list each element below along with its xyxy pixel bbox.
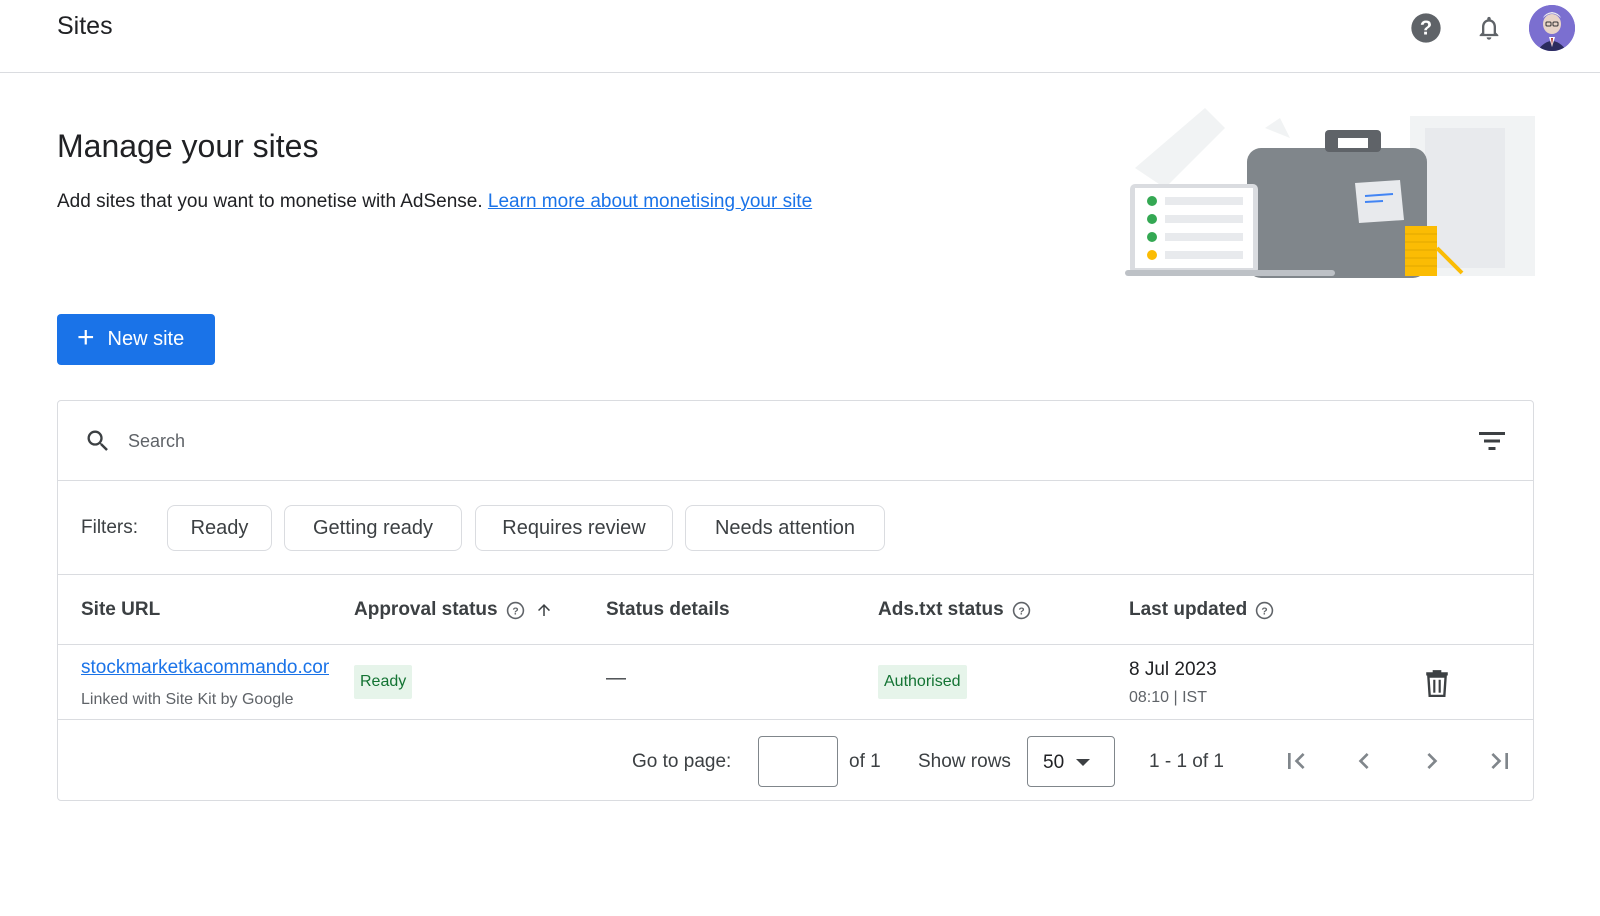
- next-page-icon[interactable]: [1416, 745, 1448, 777]
- rows-per-page-value: 50: [1043, 752, 1065, 773]
- help-circle-icon[interactable]: ?: [506, 601, 525, 620]
- svg-text:?: ?: [1262, 606, 1268, 617]
- help-circle-icon[interactable]: ?: [1012, 601, 1031, 620]
- filter-chip-requires-review[interactable]: Requires review: [475, 505, 673, 551]
- search-icon: [87, 430, 108, 451]
- hero-title: Manage your sites: [57, 128, 319, 164]
- filter-icon[interactable]: [1478, 428, 1506, 454]
- svg-text:?: ?: [1420, 18, 1432, 40]
- avatar[interactable]: [1529, 5, 1575, 51]
- help-button[interactable]: ?: [1408, 10, 1444, 46]
- filter-chip-getting-ready[interactable]: Getting ready: [284, 505, 462, 551]
- pagination-bar: Go to page: of 1 Show rows 50 1 - 1 of 1: [58, 721, 1533, 801]
- search-bar: [58, 401, 1533, 481]
- last-updated-time: 08:10 | IST: [1129, 689, 1207, 706]
- bell-icon: [1479, 16, 1499, 40]
- hero-description: Add sites that you want to monetise with…: [57, 191, 812, 213]
- top-bar: Sites ?: [0, 0, 1600, 73]
- learn-more-link[interactable]: Learn more about monetising your site: [488, 191, 812, 212]
- chevron-down-icon: [1076, 759, 1090, 766]
- column-last-updated-label: Last updated: [1129, 599, 1248, 620]
- trash-icon[interactable]: [1424, 669, 1450, 697]
- column-site-url[interactable]: Site URL: [81, 599, 160, 621]
- column-status-details: Status details: [606, 599, 730, 621]
- column-approval-status[interactable]: Approval status ?: [354, 599, 553, 621]
- page-total-label: of 1: [849, 751, 881, 772]
- search-input[interactable]: [128, 426, 1428, 456]
- column-last-updated[interactable]: Last updated ?: [1129, 599, 1274, 621]
- column-ads-txt-status[interactable]: Ads.txt status ?: [878, 599, 1031, 621]
- plus-icon: +: [77, 321, 95, 354]
- column-ads-txt-status-label: Ads.txt status: [878, 599, 1004, 620]
- column-status-details-label: Status details: [606, 599, 730, 620]
- filters-row: Filters: Ready Getting ready Requires re…: [58, 482, 1533, 575]
- filter-chip-needs-attention[interactable]: Needs attention: [685, 505, 885, 551]
- notifications-button[interactable]: [1471, 10, 1507, 46]
- first-page-icon[interactable]: [1280, 745, 1312, 777]
- svg-text:?: ?: [1018, 606, 1024, 617]
- help-circle-icon[interactable]: ?: [1255, 601, 1274, 620]
- column-site-url-label: Site URL: [81, 599, 161, 620]
- sites-illustration: [1125, 108, 1535, 278]
- table-header: Site URL Approval status ? Status detail…: [58, 575, 1533, 645]
- page-title: Sites: [57, 12, 113, 40]
- show-rows-label: Show rows: [918, 751, 1011, 772]
- filters-label: Filters:: [81, 517, 138, 538]
- page-range: 1 - 1 of 1: [1149, 751, 1224, 772]
- sites-table-card: Filters: Ready Getting ready Requires re…: [57, 400, 1534, 801]
- new-site-button[interactable]: + New site: [57, 314, 215, 365]
- svg-text:?: ?: [512, 606, 518, 617]
- table-row: stockmarketkacommando.com Linked with Si…: [58, 645, 1533, 720]
- ads-txt-status-badge: Authorised: [878, 665, 967, 699]
- go-to-page-input[interactable]: [758, 736, 838, 787]
- site-linked-note: Linked with Site Kit by Google: [81, 691, 294, 708]
- prev-page-icon[interactable]: [1348, 745, 1380, 777]
- last-page-icon[interactable]: [1484, 745, 1516, 777]
- rows-per-page-select[interactable]: 50: [1027, 736, 1115, 787]
- column-approval-status-label: Approval status: [354, 599, 498, 620]
- last-updated-date: 8 Jul 2023: [1129, 659, 1217, 680]
- go-to-page-label: Go to page:: [632, 751, 732, 772]
- filter-chip-ready[interactable]: Ready: [167, 505, 272, 551]
- new-site-label: New site: [107, 328, 185, 350]
- site-url-link[interactable]: stockmarketkacommando.com: [81, 657, 329, 679]
- hero-description-text: Add sites that you want to monetise with…: [57, 191, 483, 212]
- help-icon: ?: [1411, 13, 1441, 43]
- sort-up-arrow-icon[interactable]: [535, 601, 553, 619]
- approval-status-badge: Ready: [354, 665, 413, 699]
- status-details-value: —: [606, 667, 626, 689]
